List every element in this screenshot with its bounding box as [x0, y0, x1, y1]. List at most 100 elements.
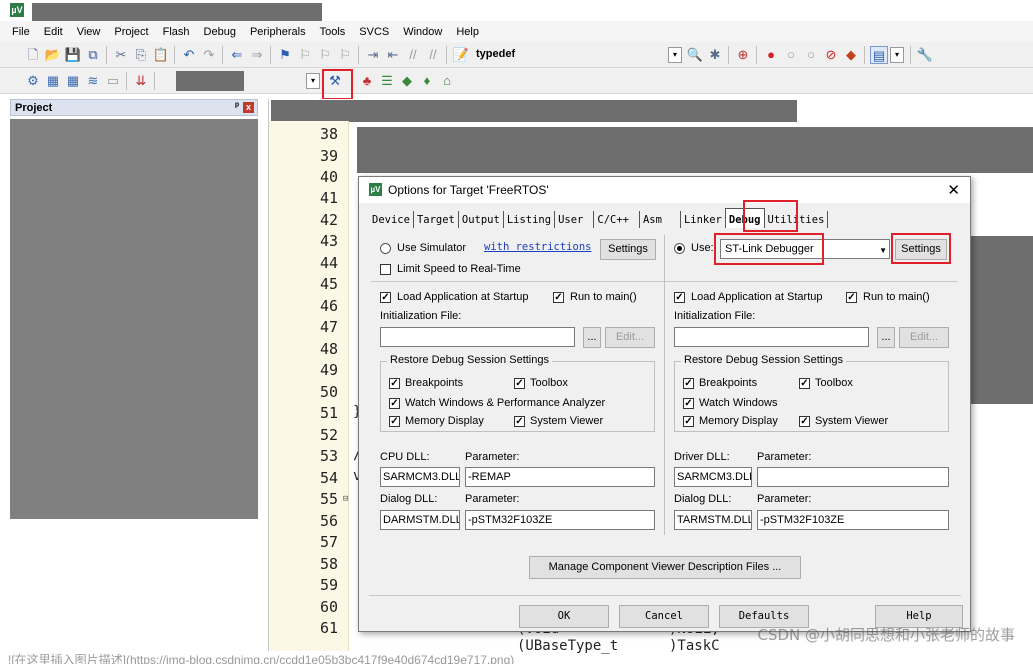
disable-all-breakpoints-icon[interactable]: ○ — [802, 46, 820, 64]
redo-icon[interactable]: ↷ — [200, 46, 218, 64]
nav-forward-icon[interactable]: ⇒ — [248, 46, 266, 64]
copy-icon[interactable]: ⎘ — [132, 46, 150, 64]
dialog-param-input[interactable]: -pSTM32F103ZE — [757, 510, 949, 530]
batch-build-icon[interactable]: ≋ — [84, 72, 102, 90]
prev-bookmark-icon[interactable]: ⚐ — [296, 46, 314, 64]
init-file-input[interactable] — [674, 327, 869, 347]
menu-edit[interactable]: Edit — [44, 26, 63, 38]
use-simulator-radio[interactable] — [380, 243, 391, 254]
nav-back-icon[interactable]: ⇐ — [228, 46, 246, 64]
tab-c-cpp[interactable]: C/C++ — [594, 211, 640, 228]
save-all-icon[interactable]: ⧉ — [84, 46, 102, 64]
find-in-files-icon[interactable]: 📝 — [452, 46, 470, 64]
menu-window[interactable]: Window — [403, 26, 442, 38]
env-icon[interactable]: ⌂ — [438, 72, 456, 90]
driver-param-input[interactable] — [757, 467, 949, 487]
window-layout-icon[interactable]: ▤ — [870, 46, 888, 64]
select-packs-icon[interactable]: ☰ — [378, 72, 396, 90]
incremental-find-icon[interactable]: ✱ — [706, 46, 724, 64]
run-to-main-checkbox[interactable]: ✓ — [553, 292, 564, 303]
pin-icon[interactable]: ᵖ — [235, 101, 239, 112]
tab-listing[interactable]: Listing — [504, 211, 556, 228]
breakpoints-checkbox[interactable]: ✓ — [683, 378, 694, 389]
init-file-browse-button[interactable]: ... — [877, 327, 895, 348]
memory-display-checkbox[interactable]: ✓ — [389, 416, 400, 427]
stop-build-icon[interactable]: ▭ — [104, 72, 122, 90]
bookmark-icon[interactable]: ⚑ — [276, 46, 294, 64]
cancel-button[interactable]: Cancel — [619, 605, 709, 628]
find-combo-dropdown[interactable]: ▾ — [668, 47, 682, 63]
use-debugger-radio[interactable] — [674, 243, 685, 254]
ok-button[interactable]: OK — [519, 605, 609, 628]
breakpoints-checkbox[interactable]: ✓ — [389, 378, 400, 389]
system-viewer-checkbox[interactable]: ✓ — [799, 416, 810, 427]
build-icon[interactable]: ▦ — [44, 72, 62, 90]
menu-flash[interactable]: Flash — [163, 26, 190, 38]
menu-peripherals[interactable]: Peripherals — [250, 26, 306, 38]
init-file-input[interactable] — [380, 327, 575, 347]
tab-asm[interactable]: Asm — [640, 211, 681, 228]
with-restrictions-link[interactable]: with restrictions — [484, 241, 591, 253]
disable-breakpoint-icon[interactable]: ○ — [782, 46, 800, 64]
menu-svcs[interactable]: SVCS — [359, 26, 389, 38]
fold-marker-icon[interactable]: ⊟ — [343, 494, 348, 504]
save-icon[interactable]: 💾 — [64, 46, 82, 64]
init-file-browse-button[interactable]: ... — [583, 327, 601, 348]
undo-icon[interactable]: ↶ — [180, 46, 198, 64]
menu-debug[interactable]: Debug — [204, 26, 236, 38]
init-file-edit-button[interactable]: Edit... — [605, 327, 655, 348]
wrench-icon[interactable]: 🔧 — [916, 46, 934, 64]
paste-icon[interactable]: 📋 — [152, 46, 170, 64]
find-icon[interactable]: 🔍 — [686, 46, 704, 64]
limit-speed-checkbox[interactable] — [380, 264, 391, 275]
find-combo-text[interactable]: typedef — [476, 48, 515, 60]
comment-icon[interactable]: // — [404, 46, 422, 64]
simulator-settings-button[interactable]: Settings — [600, 239, 656, 260]
run-to-main-checkbox[interactable]: ✓ — [846, 292, 857, 303]
configure-icon[interactable]: ◆ — [842, 46, 860, 64]
tab-target[interactable]: Target — [414, 211, 459, 228]
target-dropdown[interactable]: ▾ — [306, 73, 320, 89]
menu-help[interactable]: Help — [456, 26, 479, 38]
load-app-checkbox[interactable]: ✓ — [674, 292, 685, 303]
uncomment-icon[interactable]: // — [424, 46, 442, 64]
cut-icon[interactable]: ✂ — [112, 46, 130, 64]
menu-view[interactable]: View — [77, 26, 101, 38]
open-folder-icon[interactable]: 📂 — [44, 46, 62, 64]
tab-device[interactable]: Device — [369, 211, 414, 228]
manage-component-viewer-button[interactable]: Manage Component Viewer Description File… — [529, 556, 801, 579]
toolbox-checkbox[interactable]: ✓ — [514, 378, 525, 389]
manage-components-icon[interactable]: ♣ — [358, 72, 376, 90]
next-bookmark-icon[interactable]: ⚐ — [316, 46, 334, 64]
load-app-checkbox[interactable]: ✓ — [380, 292, 391, 303]
watch-windows-checkbox[interactable]: ✓ — [389, 398, 400, 409]
start-debug-icon[interactable]: ⊕ — [734, 46, 752, 64]
kill-breakpoints-icon[interactable]: ⊘ — [822, 46, 840, 64]
tab-linker[interactable]: Linker — [681, 211, 725, 228]
manage-rte-icon[interactable]: ◆ — [398, 72, 416, 90]
menu-tools[interactable]: Tools — [320, 26, 346, 38]
cpu-dll-input[interactable]: SARMCM3.DLL — [380, 467, 460, 487]
translate-icon[interactable]: ⚙ — [24, 72, 42, 90]
dialog-param-input[interactable]: -pSTM32F103ZE — [465, 510, 655, 530]
menu-file[interactable]: File — [12, 26, 30, 38]
tab-output[interactable]: Output — [459, 211, 504, 228]
indent-icon[interactable]: ⇥ — [364, 46, 382, 64]
cpu-param-input[interactable]: -REMAP — [465, 467, 655, 487]
rebuild-icon[interactable]: ▦ — [64, 72, 82, 90]
watch-windows-checkbox[interactable]: ✓ — [683, 398, 694, 409]
unindent-icon[interactable]: ⇤ — [384, 46, 402, 64]
toolbox-checkbox[interactable]: ✓ — [799, 378, 810, 389]
dialog-close-icon[interactable]: ✕ — [947, 181, 960, 199]
dialog-dll-input[interactable]: TARMSTM.DLL — [674, 510, 752, 530]
init-file-edit-button[interactable]: Edit... — [899, 327, 949, 348]
menu-project[interactable]: Project — [114, 26, 148, 38]
clear-bookmarks-icon[interactable]: ⚐ — [336, 46, 354, 64]
breakpoint-icon[interactable]: ● — [762, 46, 780, 64]
memory-display-checkbox[interactable]: ✓ — [683, 416, 694, 427]
new-file-icon[interactable]: 🗋 — [24, 46, 42, 64]
system-viewer-checkbox[interactable]: ✓ — [514, 416, 525, 427]
driver-dll-input[interactable]: SARMCM3.DLL — [674, 467, 752, 487]
tab-user[interactable]: User — [555, 211, 595, 228]
window-layout-dropdown[interactable]: ▾ — [890, 47, 904, 63]
